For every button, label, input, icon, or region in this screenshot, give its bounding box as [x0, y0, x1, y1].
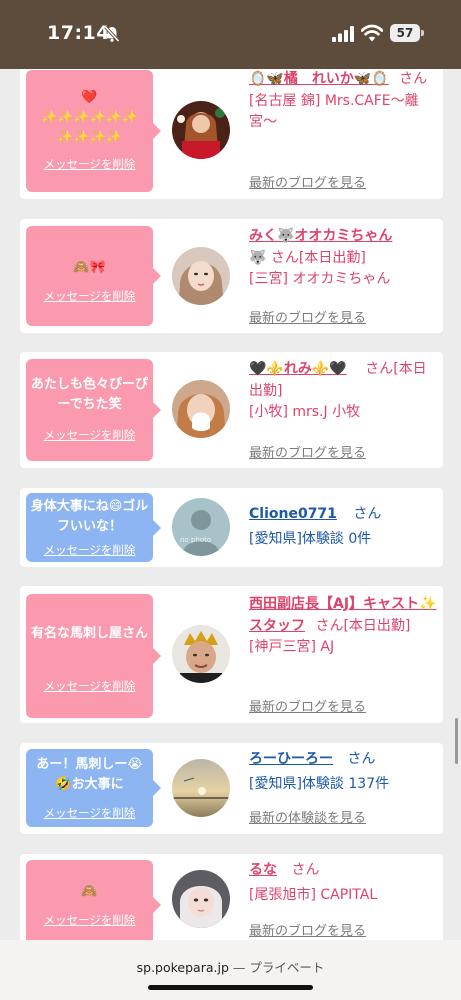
url-display[interactable]: sp.pokepara.jp — プライベート — [0, 957, 461, 976]
user-name-link[interactable]: 🪞🦋橘 れいか🦋🪞 — [249, 71, 389, 87]
store-label: [神戸三宮] AJ — [249, 639, 335, 655]
message-bubble: ❤️ ✨✨✨✨✨✨ ✨✨✨✨ メッセージを削除 — [26, 70, 161, 192]
store-label: [名古屋 錦] Mrs.CAFE〜離宮〜 — [249, 92, 419, 131]
store-label: [三宮] オオカミちゃん — [249, 271, 391, 287]
honorific-label: さん — [353, 506, 382, 522]
home-indicator[interactable] — [148, 985, 313, 990]
avatar[interactable] — [172, 380, 230, 438]
honorific-label: さん — [315, 617, 344, 634]
user-info: 🪞🦋橘 れいか🦋🪞 さん [名古屋 錦] Mrs.CAFE〜離宮〜 — [249, 69, 437, 134]
message-bubble: 身体大事にね😄ゴルフいいな！ メッセージを削除 — [26, 493, 161, 562]
avatar[interactable] — [172, 247, 230, 305]
user-name-link[interactable]: ろーひーろー — [249, 751, 333, 767]
user-name-link[interactable]: みく🐺オオカミちゃん — [249, 228, 392, 244]
cellular-signal-icon — [332, 26, 354, 42]
delete-message-link[interactable]: メッセージを削除 — [26, 912, 153, 928]
status-time: 17:14 — [47, 22, 110, 44]
user-info: 西田副店長【AJ】キャスト✨スタッフ さん[本日出勤] [神戸三宮] AJ — [249, 594, 437, 659]
user-name-link[interactable]: 🖤⚜️れみ⚜️🖤 — [249, 361, 347, 377]
store-label: [愛知県]体験談 0件 — [249, 530, 372, 547]
status-label: [本日出勤] — [298, 249, 366, 266]
message-bubble: あたしも色々ぴーぴーでちた笑 メッセージを削除 — [26, 359, 161, 461]
bell-slash-icon — [104, 25, 120, 43]
honorific-label: さん — [399, 71, 428, 87]
avatar[interactable] — [172, 625, 230, 683]
message-text: 🙈 — [81, 884, 98, 899]
honorific-label: さん — [270, 249, 299, 266]
message-text: 有名な馬刺し屋さん — [30, 626, 148, 641]
delete-message-link[interactable]: メッセージを削除 — [26, 288, 153, 304]
user-info: ろーひーろー さん [愛知県]体験談 137件 — [249, 749, 437, 795]
browser-address-bar[interactable]: sp.pokepara.jp — プライベート — [0, 940, 461, 1000]
message-text: 身体大事にね😄ゴルフいいな！ — [30, 499, 149, 534]
list-item: 有名な馬刺し屋さん メッセージを削除 西田副店長【AJ】キャスト✨スタッフ さん… — [20, 586, 443, 723]
scrollbar[interactable] — [455, 718, 458, 764]
honorific-label: さん — [347, 751, 376, 767]
user-info: みく🐺オオカミちゃん 🐺 さん[本日出勤] [三宮] オオカミちゃん — [249, 226, 437, 291]
store-label: [愛知県]体験談 137件 — [249, 775, 390, 792]
separator: — — [232, 960, 246, 975]
store-label: [尾張旭市] CAPITAL — [249, 886, 378, 903]
latest-review-link[interactable]: 最新の体験談を見る — [249, 807, 366, 826]
avatar[interactable] — [172, 759, 230, 817]
message-text: ❤️ ✨✨✨✨✨✨ ✨✨✨✨ — [40, 90, 139, 145]
message-text: あー！馬刺しー😭🤣お大事に — [36, 757, 143, 792]
avatar[interactable] — [172, 870, 230, 928]
message-bubble: 有名な馬刺し屋さん メッセージを削除 — [26, 594, 161, 718]
delete-message-link[interactable]: メッセージを削除 — [26, 427, 153, 443]
delete-message-link[interactable]: メッセージを削除 — [26, 542, 153, 558]
honorific-label: さん — [291, 862, 320, 878]
user-info: 🖤⚜️れみ⚜️🖤 さん[本日出勤] [小牧] mrs.J 小牧 — [249, 359, 437, 424]
domain-label: sp.pokepara.jp — [136, 960, 229, 975]
avatar[interactable] — [172, 101, 230, 159]
status-bar: 17:14 57 — [0, 0, 461, 69]
list-item: あたしも色々ぴーぴーでちた笑 メッセージを削除 🖤⚜️れみ⚜️🖤 さん[本日出勤… — [20, 352, 443, 468]
store-label: [小牧] mrs.J 小牧 — [249, 404, 361, 420]
list-item: 🙈🎀 メッセージを削除 みく🐺オオカミちゃん 🐺 さん[本日出勤] [三宮] オ… — [20, 219, 443, 333]
list-item: ❤️ ✨✨✨✨✨✨ ✨✨✨✨ メッセージを削除 🪞🦋橘 れいか🦋🪞 さん [名古屋 … — [20, 69, 443, 199]
battery-indicator: 57 — [390, 24, 424, 42]
latest-blog-link[interactable]: 最新のブログを見る — [249, 307, 366, 326]
list-item: あー！馬刺しー😭🤣お大事に メッセージを削除 ろーひーろー さん [愛知県]体験… — [20, 743, 443, 834]
message-bubble: あー！馬刺しー😭🤣お大事に メッセージを削除 — [26, 749, 161, 827]
avatar-placeholder-text: no photo — [180, 536, 211, 544]
user-info: るな さん [尾張旭市] CAPITAL — [249, 860, 437, 906]
latest-blog-link[interactable]: 最新のブログを見る — [249, 696, 366, 715]
message-text: あたしも色々ぴーぴーでちた笑 — [30, 377, 148, 412]
message-text: 🙈🎀 — [73, 260, 106, 275]
list-item: 身体大事にね😄ゴルフいいな！ メッセージを削除 no photo Clione0… — [20, 488, 443, 567]
message-bubble: 🙈 メッセージを削除 — [26, 860, 161, 940]
wifi-icon — [361, 24, 383, 42]
private-mode-label: プライベート — [249, 960, 325, 975]
avatar[interactable]: no photo — [172, 498, 230, 556]
latest-blog-link[interactable]: 最新のブログを見る — [249, 920, 366, 939]
latest-blog-link[interactable]: 最新のブログを見る — [249, 442, 366, 461]
honorific-label: さん — [365, 361, 394, 377]
user-name-link[interactable]: るな — [249, 862, 277, 878]
message-feed[interactable]: ❤️ ✨✨✨✨✨✨ ✨✨✨✨ メッセージを削除 🪞🦋橘 れいか🦋🪞 さん [名古屋 … — [0, 69, 461, 940]
user-name-link[interactable]: Clione0771 — [249, 506, 337, 522]
user-info: Clione0771 さん [愛知県]体験談 0件 — [249, 504, 437, 550]
list-item: 🙈 メッセージを削除 るな さん [尾張旭市] CAPITAL 最新のブログを見… — [20, 854, 443, 940]
latest-blog-link[interactable]: 最新のブログを見る — [249, 172, 366, 191]
name-suffix-emoji: 🐺 — [249, 249, 267, 266]
delete-message-link[interactable]: メッセージを削除 — [26, 678, 153, 694]
delete-message-link[interactable]: メッセージを削除 — [26, 156, 153, 172]
delete-message-link[interactable]: メッセージを削除 — [26, 805, 153, 821]
battery-level: 57 — [390, 24, 420, 42]
status-label: [本日出勤] — [343, 617, 411, 634]
message-bubble: 🙈🎀 メッセージを削除 — [26, 226, 161, 326]
